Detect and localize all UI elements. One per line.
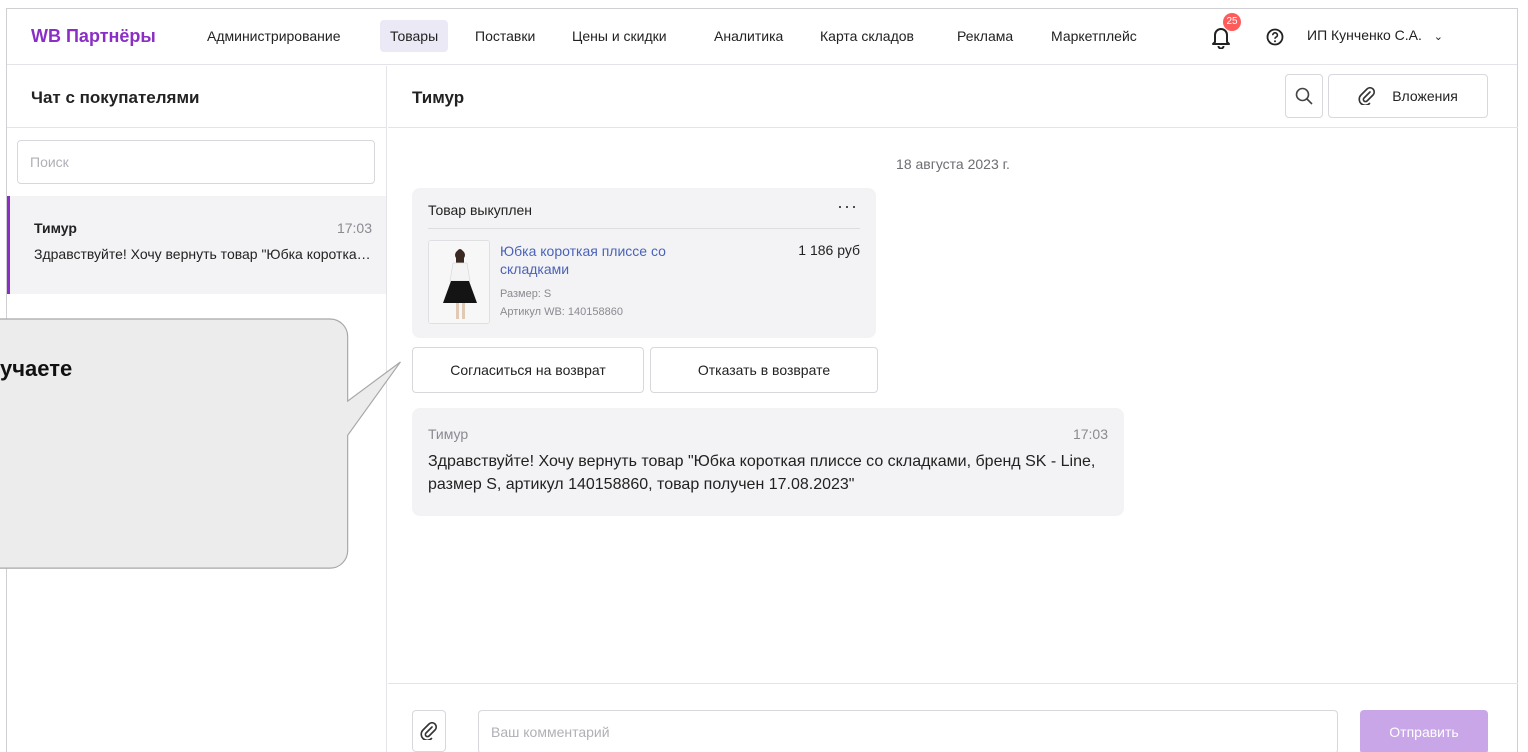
more-options-icon[interactable]: ··· [837,196,858,217]
attachments-button[interactable]: Вложения [1328,74,1488,118]
send-button[interactable]: Отправить [1360,710,1488,752]
paperclip-icon [420,722,438,740]
comment-input[interactable] [478,710,1338,752]
nav-item-advertising[interactable]: Реклама [947,20,1023,52]
top-navigation: WB Партнёры Администрирование Товары Пос… [7,9,1517,65]
nav-item-supplies[interactable]: Поставки [465,20,545,52]
notification-badge: 25 [1223,13,1241,31]
order-card: Товар выкуплен ··· Юбка короткая плиссе … [412,188,876,338]
nav-item-prices[interactable]: Цены и скидки [562,20,677,52]
chat-list-title: Чат с покупателями [7,66,386,128]
chat-item-preview: Здравствуйте! Хочу вернуть товар "Юбка к… [34,246,372,262]
message-text: Здравствуйте! Хочу вернуть товар "Юбка к… [428,453,1096,493]
order-status: Товар выкуплен [428,202,533,218]
product-article: Артикул WB: 140158860 [500,306,623,318]
message-author: Тимур [428,426,469,442]
product-size: Размер: S [500,288,552,300]
user-name: ИП Кунченко С.А. [1307,27,1422,43]
nav-item-warehouse-map[interactable]: Карта складов [810,20,924,52]
help-icon[interactable] [1266,28,1284,46]
user-menu[interactable]: ИП Кунченко С.А. ⌄ [1307,27,1443,43]
product-price: 1 186 руб [798,242,860,258]
chat-item-name: Тимур [34,220,77,236]
date-separator: 18 августа 2023 г. [896,156,1010,172]
product-thumbnail[interactable] [428,240,490,324]
accept-return-button[interactable]: Согласиться на возврат [412,347,644,393]
search-button[interactable] [1285,74,1323,118]
message-composer: Отправить [388,683,1518,752]
search-icon [1295,87,1313,105]
message-time: 17:03 [1072,426,1108,442]
chat-item-time: 17:03 [336,220,372,236]
attach-file-button[interactable] [412,710,446,752]
message-bubble: Тимур 17:03 Здравствуйте! Хочу вернуть т… [412,408,1124,516]
nav-item-analytics[interactable]: Аналитика [704,20,793,52]
chat-panel: Тимур Вложения 18 августа 2023 г. Товар … [388,66,1518,752]
chat-list-item[interactable]: Тимур 17:03 Здравствуйте! Хочу вернуть т… [7,196,386,294]
product-link[interactable]: Юбка короткая плиссе со складками [500,242,720,278]
decline-return-button[interactable]: Отказать в возврате [650,347,878,393]
nav-item-products[interactable]: Товары [380,20,449,52]
brand-logo[interactable]: WB Партнёры [31,26,156,47]
chevron-down-icon: ⌄ [1433,31,1444,43]
attachments-label: Вложения [1392,88,1458,104]
nav-item-administration[interactable]: Администрирование [197,20,351,52]
paperclip-icon [1358,87,1376,105]
divider [428,228,860,229]
callout-text: учаете [0,356,73,381]
nav-item-marketplace[interactable]: Маркетплейс [1041,20,1147,52]
search-input[interactable] [17,140,375,184]
